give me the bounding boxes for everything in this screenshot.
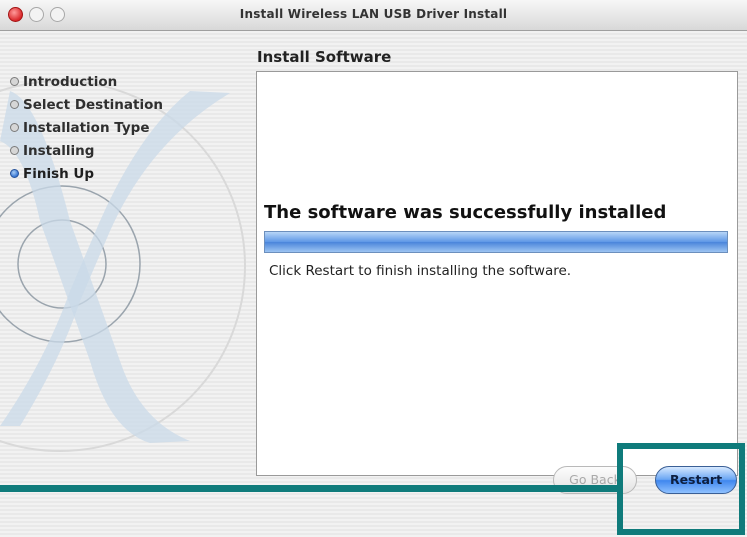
step-label: Finish Up	[23, 165, 95, 182]
section-title: Install Software	[257, 48, 392, 66]
annotation-highlight-box	[617, 443, 745, 535]
step-label: Introduction	[23, 73, 118, 90]
restart-instruction: Click Restart to finish installing the s…	[269, 263, 572, 279]
success-headline: The software was successfully installed	[264, 202, 667, 223]
step-select-destination: Select Destination	[10, 93, 163, 116]
step-introduction: Introduction	[10, 70, 163, 93]
step-label: Installing	[23, 142, 95, 159]
installer-steps: Introduction Select Destination Installa…	[10, 70, 163, 185]
step-installing: Installing	[10, 139, 163, 162]
step-bullet-icon	[10, 123, 19, 132]
step-finish-up: Finish Up	[10, 162, 163, 185]
window-title: Install Wireless LAN USB Driver Install	[239, 7, 508, 21]
step-bullet-icon	[10, 100, 19, 109]
annotation-pointer-line	[0, 485, 620, 492]
step-bullet-icon	[10, 146, 19, 155]
step-label: Select Destination	[23, 96, 163, 113]
active-step-bullet-icon	[10, 169, 19, 178]
install-progress-bar	[264, 231, 728, 253]
step-label: Installation Type	[23, 119, 150, 136]
title-bar[interactable]: Install Wireless LAN USB Driver Install	[0, 0, 747, 31]
step-installation-type: Installation Type	[10, 116, 163, 139]
step-bullet-icon	[10, 77, 19, 86]
